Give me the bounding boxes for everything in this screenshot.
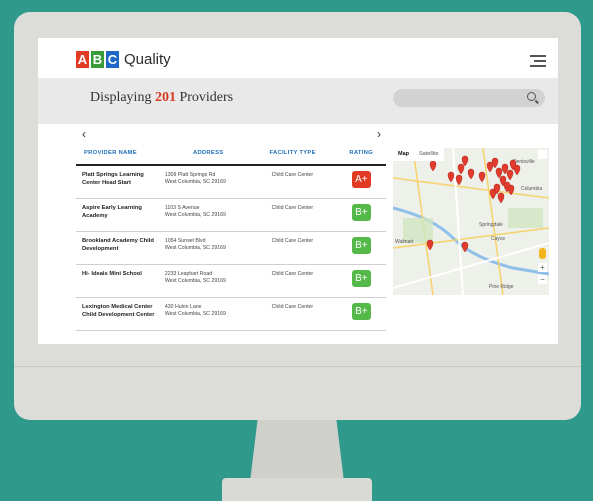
address-line2: West Columbia, SC 29169: [164, 179, 226, 185]
monitor-stand: [250, 420, 344, 482]
providers-map[interactable]: Columbia Cayce Springdale Dentsville Pine Ri…: [393, 148, 549, 295]
map-place-label: Dentsville: [513, 159, 535, 165]
column-facility-type[interactable]: FACILITY TYPE: [249, 150, 336, 156]
provider-name[interactable]: Aspire Early Learning Academy: [76, 205, 161, 220]
table-row[interactable]: Brookland Academy Child Development 1054 …: [76, 232, 386, 265]
address-line1: 1054 Sunset Blvd: [164, 238, 206, 244]
next-page-arrow[interactable]: ›: [377, 127, 381, 141]
column-address[interactable]: ADDRESS: [167, 150, 248, 156]
map-place-label: Springdale: [479, 222, 503, 228]
address-line1: 1103 S Avenue: [164, 205, 200, 211]
table-row[interactable]: Hi- Ideals Mini School 2233 Leaphart Road…: [76, 265, 386, 298]
facility-type: Child Care Center: [271, 205, 314, 211]
logo[interactable]: A B C Quality: [76, 51, 171, 68]
rating-badge: A+: [351, 171, 371, 188]
logo-letter-b: B: [91, 51, 104, 68]
address-line1: 2233 Leaphart Road: [164, 271, 213, 277]
provider-name[interactable]: Brookland Academy Child Development: [76, 238, 161, 253]
address-line2: West Columbia, SC 29169: [164, 311, 226, 317]
table-header: PROVIDER NAME ADDRESS FACILITY TYPE RATI…: [76, 142, 386, 166]
tab-map[interactable]: Map: [393, 148, 414, 161]
address-line2: West Columbia, SC 29169: [164, 212, 226, 218]
address-line1: 1309 Platt Springs Rd: [164, 172, 216, 178]
provider-address: 1309 Platt Springs Rd West Columbia, SC 2…: [161, 172, 250, 186]
screen: A B C Quality Displaying 201 Providers ‹ › …: [38, 38, 558, 344]
address-line1: 430 Hulon Lane: [164, 304, 202, 310]
logo-letter-a: A: [76, 51, 89, 68]
rating-badge: B+: [351, 270, 371, 287]
header: A B C Quality: [38, 38, 558, 78]
table-row[interactable]: Aspire Early Learning Academy 1103 S Aven…: [76, 199, 386, 232]
search-icon[interactable]: [527, 92, 536, 101]
rating-cell: A+: [337, 171, 386, 188]
rating-badge: B+: [351, 204, 371, 221]
results-suffix: Providers: [179, 90, 234, 105]
provider-address: 430 Hulon Lane West Columbia, SC 29169: [161, 304, 250, 318]
rating-cell: B+: [337, 204, 386, 221]
rating-cell: B+: [337, 303, 386, 320]
results-prefix: Displaying: [90, 90, 152, 105]
facility-type: Child Care Center: [271, 172, 314, 178]
rating-cell: B+: [337, 237, 386, 254]
address-line2: West Columbia, SC 29169: [164, 278, 226, 284]
fullscreen-icon[interactable]: [538, 150, 547, 159]
results-count: 201: [154, 90, 176, 105]
brand-name: Quality: [124, 51, 171, 68]
logo-letter-c: C: [106, 51, 119, 68]
monitor-base: [222, 478, 372, 501]
column-provider-name[interactable]: PROVIDER NAME: [76, 150, 167, 156]
table-row[interactable]: Platt Springs Learning Center Head Start…: [76, 166, 386, 199]
providers-table: PROVIDER NAME ADDRESS FACILITY TYPE RATI…: [76, 142, 386, 331]
rating-badge: B+: [351, 303, 371, 320]
monitor-chin: [14, 366, 581, 367]
provider-address: 1103 S Avenue West Columbia, SC 29169: [161, 205, 250, 219]
column-rating[interactable]: RATING: [336, 150, 386, 156]
facility-type: Child Care Center: [271, 238, 314, 244]
street-view-pegman-icon[interactable]: [539, 248, 546, 259]
map-place-label: Walmart: [395, 239, 414, 245]
address-line2: West Columbia, SC 29169: [164, 245, 226, 251]
map-place-label: Cayce: [491, 236, 505, 242]
provider-name[interactable]: Hi- Ideals Mini School: [76, 271, 161, 279]
map-canvas[interactable]: Columbia Cayce Springdale Dentsville Pine Ri…: [393, 148, 549, 295]
table-row[interactable]: Lexington Medical Center Child Developme…: [76, 298, 386, 331]
zoom-in-button[interactable]: +: [538, 263, 547, 272]
provider-name[interactable]: Lexington Medical Center Child Developme…: [76, 304, 161, 319]
tab-satellite[interactable]: Satellite: [414, 148, 444, 161]
search-input[interactable]: [393, 89, 545, 107]
provider-address: 1054 Sunset Blvd West Columbia, SC 29169: [161, 238, 250, 252]
map-type-tabs: Map Satellite: [393, 148, 444, 161]
provider-name[interactable]: Platt Springs Learning Center Head Start: [76, 172, 161, 187]
map-place-label: Pine Ridge: [489, 284, 514, 290]
rating-cell: B+: [337, 270, 386, 287]
provider-address: 2233 Leaphart Road West Columbia, SC 2916…: [161, 271, 250, 285]
hamburger-menu-icon[interactable]: [530, 55, 546, 67]
map-place-label: Columbia: [521, 186, 542, 192]
zoom-out-button[interactable]: −: [538, 275, 547, 284]
rating-badge: B+: [351, 237, 371, 254]
results-heading: Displaying 201 Providers: [90, 90, 233, 106]
prev-page-arrow[interactable]: ‹: [82, 127, 86, 141]
facility-type: Child Care Center: [271, 271, 314, 277]
facility-type: Child Care Center: [271, 304, 314, 310]
